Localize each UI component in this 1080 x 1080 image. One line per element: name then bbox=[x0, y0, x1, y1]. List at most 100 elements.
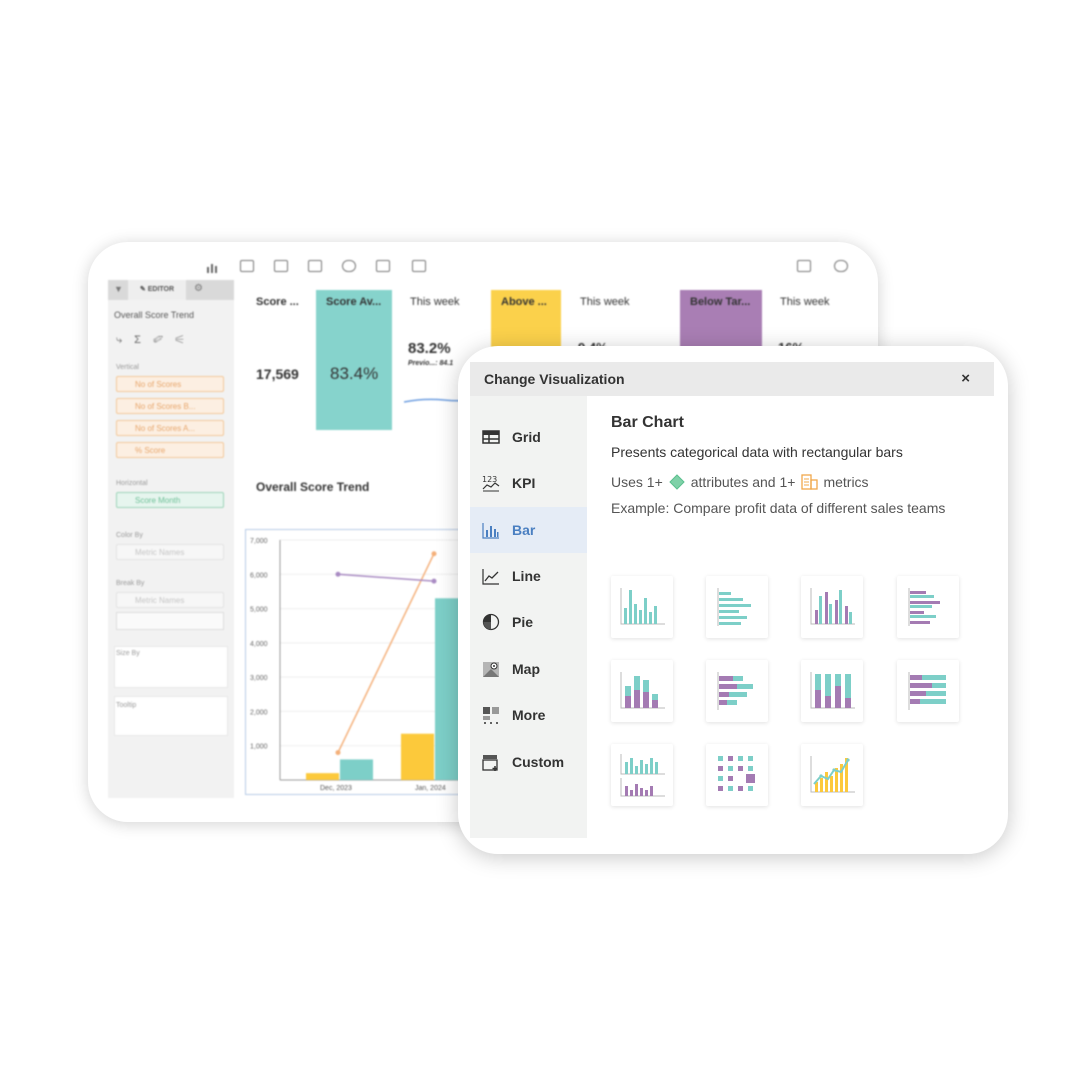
tooltip-label: Tooltip bbox=[116, 702, 137, 709]
layout-icon[interactable] bbox=[412, 260, 426, 272]
thumb-column-chart[interactable] bbox=[611, 576, 673, 638]
field-pill[interactable]: Score Month bbox=[116, 492, 224, 508]
close-icon[interactable]: × bbox=[961, 370, 970, 387]
nav-item-kpi[interactable]: 123 KPI bbox=[470, 460, 587, 506]
change-visualization-dialog: Change Visualization × Grid 123 KPI Bar … bbox=[458, 346, 1008, 854]
text-widget-icon[interactable] bbox=[274, 260, 288, 272]
thumb-100-stacked-bar-chart[interactable] bbox=[897, 660, 959, 722]
nav-label: Map bbox=[512, 661, 540, 677]
copy-icon[interactable] bbox=[797, 260, 811, 272]
nav-label: Pie bbox=[512, 614, 534, 630]
nav-item-line[interactable]: Line bbox=[470, 553, 587, 599]
field-pill[interactable]: Metric Names bbox=[116, 592, 224, 608]
nav-item-pie[interactable]: Pie bbox=[470, 599, 587, 645]
thumb-small-multiples-chart[interactable] bbox=[611, 744, 673, 806]
field-pill[interactable]: Metric Names bbox=[116, 544, 224, 560]
bar bbox=[340, 759, 373, 780]
thumb-stacked-column-chart[interactable] bbox=[611, 660, 673, 722]
kpi-label: Score ... bbox=[256, 296, 299, 308]
field-pill[interactable]: No of Scores A... bbox=[116, 420, 224, 436]
duplicate-icon[interactable] bbox=[376, 260, 390, 272]
editor-tabs: ▼ ✎ EDITOR ⚙ bbox=[108, 280, 234, 300]
modal-title: Change Visualization bbox=[484, 371, 625, 387]
settings-icon[interactable] bbox=[834, 260, 848, 272]
pencil-icon: ✎ bbox=[139, 286, 148, 293]
filter-icon[interactable]: ▼ bbox=[114, 284, 123, 294]
kpi-label: Score Av... bbox=[326, 296, 382, 308]
nav-item-grid[interactable]: Grid bbox=[470, 414, 587, 460]
y-tick-label: 4,000 bbox=[250, 641, 268, 648]
stacked-bar-chart-icon bbox=[717, 672, 753, 710]
grouped-column-chart-icon bbox=[810, 588, 855, 625]
thumb-grouped-bar-chart[interactable] bbox=[897, 576, 959, 638]
chart-type-description: Presents categorical data with rectangul… bbox=[611, 444, 903, 460]
custom-icon bbox=[482, 755, 498, 771]
y-tick-label: 2,000 bbox=[250, 709, 268, 716]
horizontal-label: Horizontal bbox=[116, 480, 148, 487]
nav-item-custom[interactable]: Custom bbox=[470, 739, 587, 785]
line-point bbox=[431, 578, 437, 584]
y-tick-label: 5,000 bbox=[250, 607, 268, 614]
break-by-type-toggle[interactable] bbox=[116, 612, 224, 630]
map-icon bbox=[483, 662, 499, 677]
kpi-value: 17,569 bbox=[256, 366, 299, 382]
modal-header: Change Visualization × bbox=[470, 362, 994, 396]
field-pill[interactable]: No of Scores bbox=[116, 376, 224, 392]
shape-widget-icon[interactable] bbox=[342, 260, 356, 272]
column-chart-icon bbox=[620, 588, 665, 625]
metric-icon bbox=[801, 474, 819, 490]
break-by-label: Break By bbox=[116, 580, 145, 587]
image-widget-icon[interactable] bbox=[308, 260, 322, 272]
nav-label: More bbox=[512, 707, 546, 723]
nav-item-more[interactable]: More bbox=[470, 692, 587, 738]
thumb-horizontal-bar-chart[interactable] bbox=[706, 576, 768, 638]
combo-bar-line-chart-icon bbox=[810, 756, 855, 793]
nav-label: Line bbox=[512, 568, 541, 584]
uses-metrics: metrics bbox=[823, 474, 869, 490]
bar-chart-icon[interactable] bbox=[206, 260, 220, 273]
kpi-tile[interactable]: Score ... 17,569 bbox=[250, 290, 320, 430]
horizontal-bar-chart-icon bbox=[717, 588, 751, 626]
thumb-combo-bar-line-chart[interactable] bbox=[801, 744, 863, 806]
series-line bbox=[337, 573, 435, 582]
kpi-label: Below Tar... bbox=[690, 296, 751, 308]
y-tick-label: 6,000 bbox=[250, 572, 268, 579]
kpi-tile[interactable]: Score Av... 83.4% bbox=[316, 290, 392, 430]
dot-matrix-chart-icon bbox=[718, 756, 755, 791]
nav-label: Custom bbox=[512, 754, 565, 770]
bar bbox=[306, 773, 339, 780]
bar bbox=[401, 733, 434, 780]
kpi-previous-value: Previo...: 84.1 bbox=[408, 360, 454, 367]
100-stacked-column-chart-icon bbox=[810, 672, 855, 709]
field-pill[interactable]: % Score bbox=[116, 442, 224, 458]
vertical-label: Vertical bbox=[116, 364, 139, 371]
y-tick-label: 1,000 bbox=[250, 744, 268, 751]
widget-title: Overall Score Trend bbox=[114, 310, 195, 320]
thumb-100-stacked-column-chart[interactable] bbox=[801, 660, 863, 722]
kpi-widget-icon[interactable] bbox=[240, 260, 254, 272]
nav-item-bar[interactable]: Bar bbox=[470, 507, 587, 553]
100-stacked-bar-chart-icon bbox=[908, 672, 946, 710]
kpi-label: This week bbox=[780, 296, 830, 308]
editor-panel: ▼ ✎ EDITOR ⚙ Overall Score Trend ⤷Σ✐⚟ Ve… bbox=[108, 280, 234, 798]
nav-label: Bar bbox=[512, 522, 536, 538]
nav-item-map[interactable]: Map bbox=[470, 646, 587, 692]
line-point bbox=[431, 551, 437, 557]
stacked-column-chart-icon bbox=[620, 672, 665, 709]
bar-chart-icon bbox=[482, 523, 499, 539]
line-point bbox=[335, 571, 341, 577]
visualization-type-nav: Grid 123 KPI Bar Line Pie Map More Custo… bbox=[470, 396, 587, 838]
thumb-grouped-column-chart[interactable] bbox=[801, 576, 863, 638]
color-by-label: Color By bbox=[116, 532, 143, 539]
pie-chart-icon bbox=[482, 613, 500, 631]
gear-icon[interactable]: ⚙ bbox=[194, 283, 203, 294]
editor-tools-icons[interactable]: ⤷Σ✐⚟ bbox=[116, 334, 196, 347]
kpi-value: 83.4% bbox=[330, 364, 379, 383]
thumb-dot-matrix-chart[interactable] bbox=[706, 744, 768, 806]
grid-icon bbox=[482, 430, 500, 444]
kpi-label: This week bbox=[580, 296, 630, 308]
tab-editor[interactable]: ✎ EDITOR bbox=[128, 280, 186, 300]
y-tick-label: 3,000 bbox=[250, 675, 268, 682]
field-pill[interactable]: No of Scores B... bbox=[116, 398, 224, 414]
thumb-stacked-bar-chart[interactable] bbox=[706, 660, 768, 722]
